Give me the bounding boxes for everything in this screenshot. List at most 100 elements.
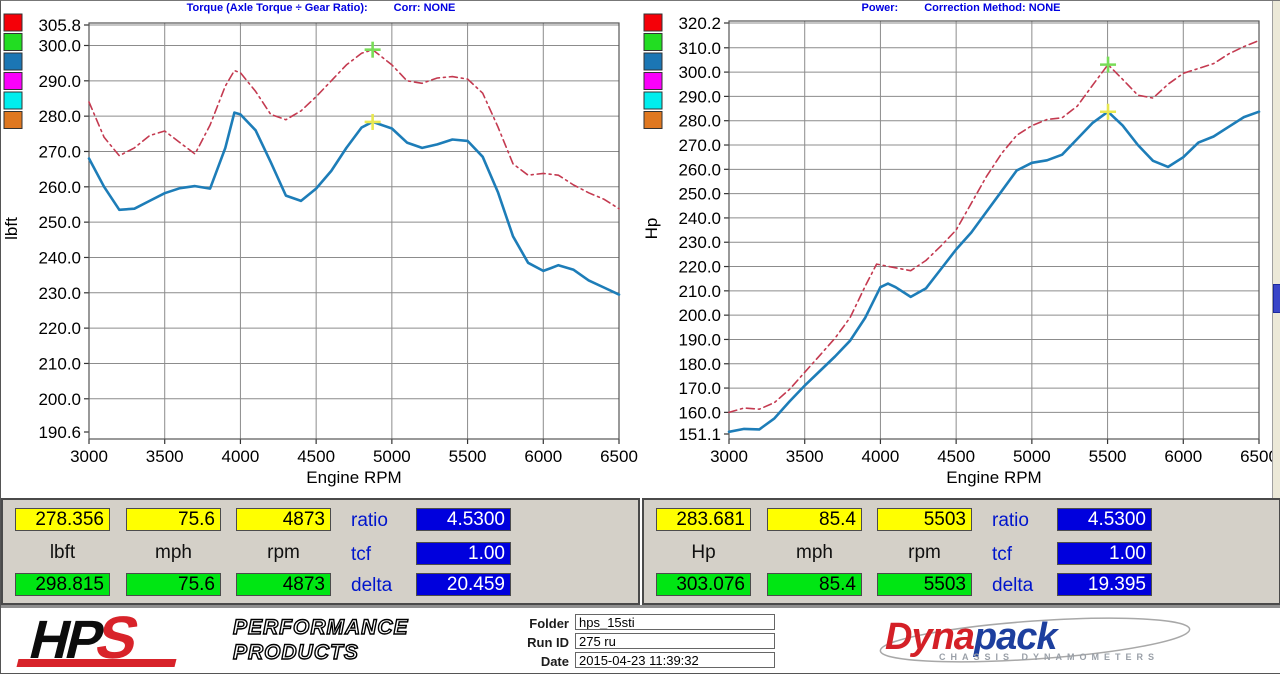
power-peak-rpm: 5503 xyxy=(877,573,972,596)
torque-ratio-value: 4.5300 xyxy=(416,508,511,531)
svg-text:Engine RPM: Engine RPM xyxy=(946,468,1041,487)
svg-text:250.0: 250.0 xyxy=(38,213,81,232)
svg-text:290.0: 290.0 xyxy=(678,87,721,106)
svg-text:4000: 4000 xyxy=(862,447,900,466)
svg-text:290.0: 290.0 xyxy=(38,72,81,91)
svg-text:320.2: 320.2 xyxy=(678,14,721,33)
svg-text:160.0: 160.0 xyxy=(678,403,721,422)
torque-chart: 305.8300.0290.0280.0270.0260.0250.0240.0… xyxy=(1,1,641,498)
power-delta-value: 19.395 xyxy=(1057,573,1152,596)
svg-text:210.0: 210.0 xyxy=(38,354,81,373)
svg-text:4500: 4500 xyxy=(937,447,975,466)
svg-text:lbft: lbft xyxy=(2,217,21,240)
power-speed-label: mph xyxy=(767,542,862,564)
svg-text:220.0: 220.0 xyxy=(678,258,721,277)
power-live-mph: 85.4 xyxy=(767,508,862,531)
hps-tagline-line2: PRODUCTS xyxy=(233,640,409,665)
power-tcf-value: 1.00 xyxy=(1057,542,1152,565)
torque-tcf-label: tcf xyxy=(351,544,411,566)
torque-peak-mph: 75.6 xyxy=(126,573,221,596)
run-id-label: Run ID xyxy=(471,635,569,650)
torque-live-rpm: 4873 xyxy=(236,508,331,531)
right-scrollbar-thumb[interactable] xyxy=(1273,284,1280,313)
power-rpm-label: rpm xyxy=(877,542,972,564)
power-peak-value: 303.076 xyxy=(656,573,751,596)
svg-text:Engine RPM: Engine RPM xyxy=(306,468,401,487)
power-live-rpm: 5503 xyxy=(877,508,972,531)
power-tcf-label: tcf xyxy=(992,544,1052,566)
svg-text:210.0: 210.0 xyxy=(678,282,721,301)
svg-text:190.0: 190.0 xyxy=(678,330,721,349)
folder-field-row: Folder xyxy=(471,614,781,633)
torque-rpm-label: rpm xyxy=(236,542,331,564)
svg-text:240.0: 240.0 xyxy=(38,248,81,267)
run-id-field-row: Run ID xyxy=(471,633,781,652)
dyno-software-window: Torque (Axle Torque ÷ Gear Ratio): Corr:… xyxy=(0,0,1280,674)
svg-text:5000: 5000 xyxy=(373,447,411,466)
svg-text:190.6: 190.6 xyxy=(38,423,81,442)
dynapack-subtitle: CHASSIS DYNAMOMETERS xyxy=(939,652,1159,662)
torque-tcf-value: 1.00 xyxy=(416,542,511,565)
power-chart-header: Power: Correction Method: NONE xyxy=(641,2,1280,14)
torque-chart-title: Torque (Axle Torque ÷ Gear Ratio): xyxy=(187,2,368,14)
date-input[interactable] xyxy=(575,652,775,668)
svg-text:240.0: 240.0 xyxy=(678,209,721,228)
svg-text:3500: 3500 xyxy=(786,447,824,466)
torque-delta-label: delta xyxy=(351,575,411,597)
svg-text:4500: 4500 xyxy=(297,447,335,466)
torque-peak-value: 298.815 xyxy=(15,573,110,596)
power-peak-mph: 85.4 xyxy=(767,573,862,596)
torque-speed-label: mph xyxy=(126,542,221,564)
svg-text:280.0: 280.0 xyxy=(678,112,721,131)
svg-text:300.0: 300.0 xyxy=(678,63,721,82)
folder-label: Folder xyxy=(471,616,569,631)
torque-delta-value: 20.459 xyxy=(416,573,511,596)
svg-text:250.0: 250.0 xyxy=(678,185,721,204)
svg-text:170.0: 170.0 xyxy=(678,379,721,398)
svg-text:230.0: 230.0 xyxy=(38,284,81,303)
torque-live-value: 278.356 xyxy=(15,508,110,531)
hps-logo-swoosh xyxy=(17,659,177,667)
svg-text:3000: 3000 xyxy=(70,447,108,466)
torque-unit-label: lbft xyxy=(15,542,110,564)
torque-correction-status: Corr: NONE xyxy=(394,2,456,14)
dynapack-logo: Dynapack CHASSIS DYNAMOMETERS xyxy=(873,616,1203,670)
svg-text:220.0: 220.0 xyxy=(38,319,81,338)
svg-text:5500: 5500 xyxy=(1089,447,1127,466)
folder-input[interactable] xyxy=(575,614,775,630)
svg-text:3500: 3500 xyxy=(146,447,184,466)
power-live-value: 283.681 xyxy=(656,508,751,531)
run-id-input[interactable] xyxy=(575,633,775,649)
svg-text:3000: 3000 xyxy=(710,447,748,466)
hps-logo: HPS xyxy=(24,612,248,670)
power-delta-label: delta xyxy=(992,575,1052,597)
footer-bar: HPS PERFORMANCE PRODUCTS Folder Run ID D… xyxy=(1,605,1280,674)
right-scrollbar-track[interactable] xyxy=(1272,1,1280,498)
power-correction-status: Correction Method: NONE xyxy=(924,2,1060,14)
svg-text:300.0: 300.0 xyxy=(38,36,81,55)
torque-chart-panel: Torque (Axle Torque ÷ Gear Ratio): Corr:… xyxy=(1,1,641,498)
power-chart: 320.2310.0300.0290.0280.0270.0260.0250.0… xyxy=(641,1,1280,498)
hps-tagline-line1: PERFORMANCE xyxy=(233,615,409,640)
svg-text:6500: 6500 xyxy=(600,447,638,466)
svg-text:270.0: 270.0 xyxy=(38,142,81,161)
svg-text:260.0: 260.0 xyxy=(38,178,81,197)
power-chart-panel: Power: Correction Method: NONE 320.2 310.… xyxy=(641,1,1280,498)
torque-chart-header: Torque (Axle Torque ÷ Gear Ratio): Corr:… xyxy=(1,2,641,14)
svg-text:Hp: Hp xyxy=(642,218,661,240)
power-unit-label: Hp xyxy=(656,542,751,564)
svg-text:4000: 4000 xyxy=(222,447,260,466)
torque-ratio-label: ratio xyxy=(351,510,411,532)
svg-text:200.0: 200.0 xyxy=(38,390,81,409)
run-info-fields: Folder Run ID Date xyxy=(471,614,781,671)
torque-readout-panel: 278.356 75.6 4873 lbft mph rpm 298.815 7… xyxy=(1,498,640,605)
svg-text:280.0: 280.0 xyxy=(38,107,81,126)
power-ratio-value: 4.5300 xyxy=(1057,508,1152,531)
power-readout-panel: 283.681 85.4 5503 Hp mph rpm 303.076 85.… xyxy=(642,498,1280,605)
svg-text:230.0: 230.0 xyxy=(678,233,721,252)
svg-text:6000: 6000 xyxy=(524,447,562,466)
svg-text:5000: 5000 xyxy=(1013,447,1051,466)
date-field-row: Date xyxy=(471,652,781,671)
power-chart-title: Power: xyxy=(862,2,899,14)
svg-text:310.0: 310.0 xyxy=(678,39,721,58)
